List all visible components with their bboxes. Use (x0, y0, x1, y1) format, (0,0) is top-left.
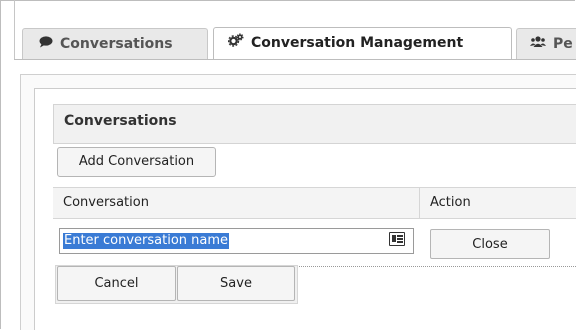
cancel-button[interactable]: Cancel (57, 266, 176, 301)
column-header-action[interactable]: Action (430, 195, 471, 210)
cogs-icon (227, 28, 244, 58)
column-divider (419, 188, 420, 218)
contact-card-icon[interactable] (389, 232, 405, 246)
tab-conversation-management[interactable]: Conversation Management (213, 27, 512, 60)
tab-pe[interactable]: Pe (516, 28, 576, 59)
tab-conversations-label: Conversations (60, 36, 173, 52)
conversation-name-selected-text: Enter conversation name (63, 233, 230, 249)
add-conversation-button[interactable]: Add Conversation (57, 147, 216, 177)
tab-conversations[interactable]: Conversations (22, 28, 208, 59)
conversation-name-input[interactable]: Enter conversation name (59, 228, 414, 254)
tab-divider (14, 59, 576, 60)
save-button[interactable]: Save (177, 266, 295, 301)
close-button[interactable]: Close (430, 229, 550, 259)
comment-icon (39, 29, 53, 59)
tab-pe-label: Pe (553, 36, 573, 52)
tab-conversation-management-label: Conversation Management (251, 35, 464, 51)
row-separator (292, 266, 576, 267)
users-icon (530, 29, 546, 59)
column-header-conversation[interactable]: Conversation (63, 195, 149, 210)
panel-title: Conversations (64, 113, 177, 129)
